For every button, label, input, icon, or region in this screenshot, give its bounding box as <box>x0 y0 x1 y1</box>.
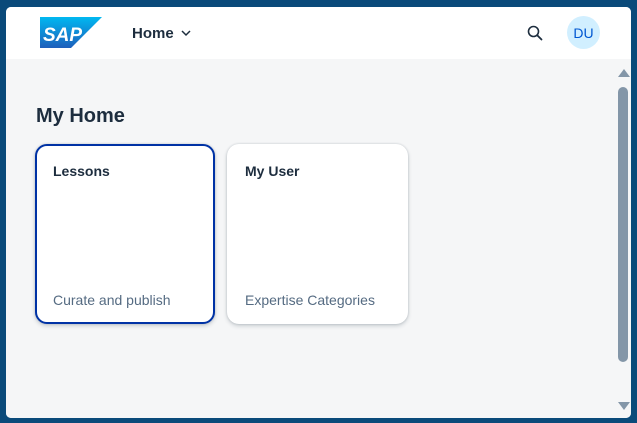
search-button[interactable] <box>524 22 546 44</box>
logo-text: SAP <box>43 25 82 46</box>
tile-subtitle: Expertise Categories <box>245 292 375 308</box>
page-title: My Home <box>36 105 125 127</box>
home-menu-button[interactable]: Home <box>132 21 192 45</box>
main-content: My Home Lessons Curate and publish My Us… <box>6 59 612 418</box>
search-icon <box>527 25 543 41</box>
scroll-down-arrow-icon[interactable] <box>618 402 630 410</box>
chevron-down-icon <box>181 30 191 37</box>
tile-title: My User <box>245 163 300 179</box>
sap-logo[interactable]: SAP <box>40 17 102 48</box>
user-avatar[interactable]: DU <box>567 16 600 49</box>
tile-subtitle: Curate and publish <box>53 292 171 308</box>
home-menu-label: Home <box>132 24 174 42</box>
scroll-up-arrow-icon[interactable] <box>618 69 630 77</box>
tile-my-user[interactable]: My User Expertise Categories <box>227 144 408 324</box>
tile-title: Lessons <box>53 163 110 179</box>
app-window: SAP Home DU My Home Lessons Curate and p… <box>6 7 631 418</box>
tile-lessons[interactable]: Lessons Curate and publish <box>35 144 215 324</box>
shell-bar: SAP Home DU <box>6 7 631 59</box>
vertical-scrollbar[interactable] <box>614 59 631 418</box>
scroll-thumb[interactable] <box>618 87 628 362</box>
